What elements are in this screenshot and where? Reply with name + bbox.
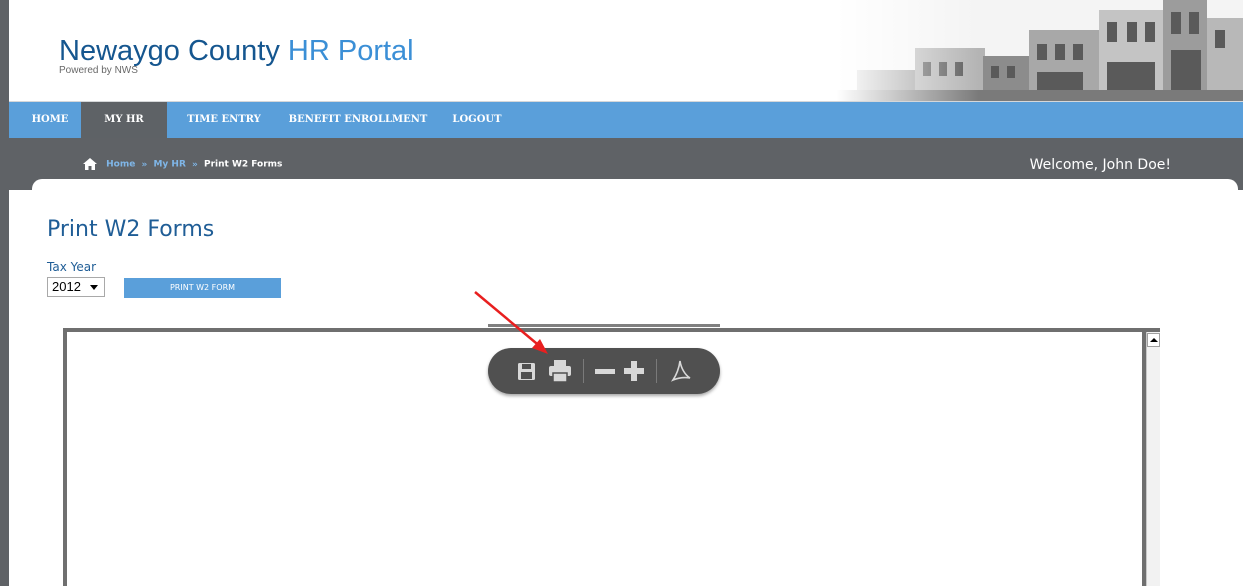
portal-title-main: Newaygo County: [59, 35, 280, 67]
home-icon[interactable]: [83, 158, 97, 170]
portal-title-accent: HR Portal: [287, 35, 414, 67]
toolbar-separator: [656, 359, 657, 383]
tax-year-select[interactable]: 2012: [47, 277, 105, 297]
breadcrumb: Home » My HR » Print W2 Forms: [83, 158, 282, 172]
nav-my-hr[interactable]: MY HR: [81, 102, 167, 138]
page-title: Print W2 Forms: [47, 217, 215, 242]
breadcrumb-my-hr-link[interactable]: My HR: [153, 160, 185, 170]
breadcrumb-separator: »: [141, 159, 148, 170]
pdf-viewer-frame: [63, 324, 1160, 586]
scroll-up-button[interactable]: [1147, 333, 1160, 347]
zoom-out-icon[interactable]: [593, 348, 617, 394]
nav-logout[interactable]: LOGOUT: [445, 102, 509, 138]
brand-logo[interactable]: Newaygo County HR Portal Powered by NWS: [59, 35, 414, 76]
breadcrumb-separator: »: [192, 159, 198, 170]
welcome-message: Welcome, John Doe!: [1029, 157, 1171, 173]
window-left-border: [0, 0, 9, 586]
nav-benefit-enrollment[interactable]: BENEFIT ENROLLMENT: [283, 102, 433, 138]
tax-year-value: 2012: [52, 279, 81, 294]
site-header: Newaygo County HR Portal Powered by NWS: [9, 0, 1243, 102]
toolbar-separator: [583, 359, 584, 383]
breadcrumb-current: Print W2 Forms: [203, 159, 283, 170]
page: Newaygo County HR Portal Powered by NWS: [0, 0, 1243, 586]
chevron-down-icon: [90, 285, 98, 290]
pdf-toolbar: [488, 348, 720, 394]
save-icon[interactable]: [515, 348, 539, 394]
main-nav: HOME MY HR TIME ENTRY BENEFIT ENROLLMENT…: [9, 102, 1243, 138]
portal-title: Newaygo County HR Portal: [59, 35, 414, 67]
nav-time-entry[interactable]: TIME ENTRY: [177, 102, 271, 138]
print-icon[interactable]: [546, 348, 574, 394]
town-skyline-image: [837, 0, 1243, 101]
print-w2-button[interactable]: PRINT W2 FORM: [124, 278, 281, 298]
adobe-acrobat-icon[interactable]: [668, 348, 694, 394]
viewer-scrollbar[interactable]: [1146, 332, 1160, 586]
viewer-toolbar-tab: [488, 324, 720, 327]
nav-home[interactable]: HOME: [27, 102, 73, 138]
breadcrumb-home-link[interactable]: Home: [106, 160, 135, 170]
tax-year-label: Tax Year: [47, 260, 97, 274]
zoom-in-icon[interactable]: [622, 348, 646, 394]
